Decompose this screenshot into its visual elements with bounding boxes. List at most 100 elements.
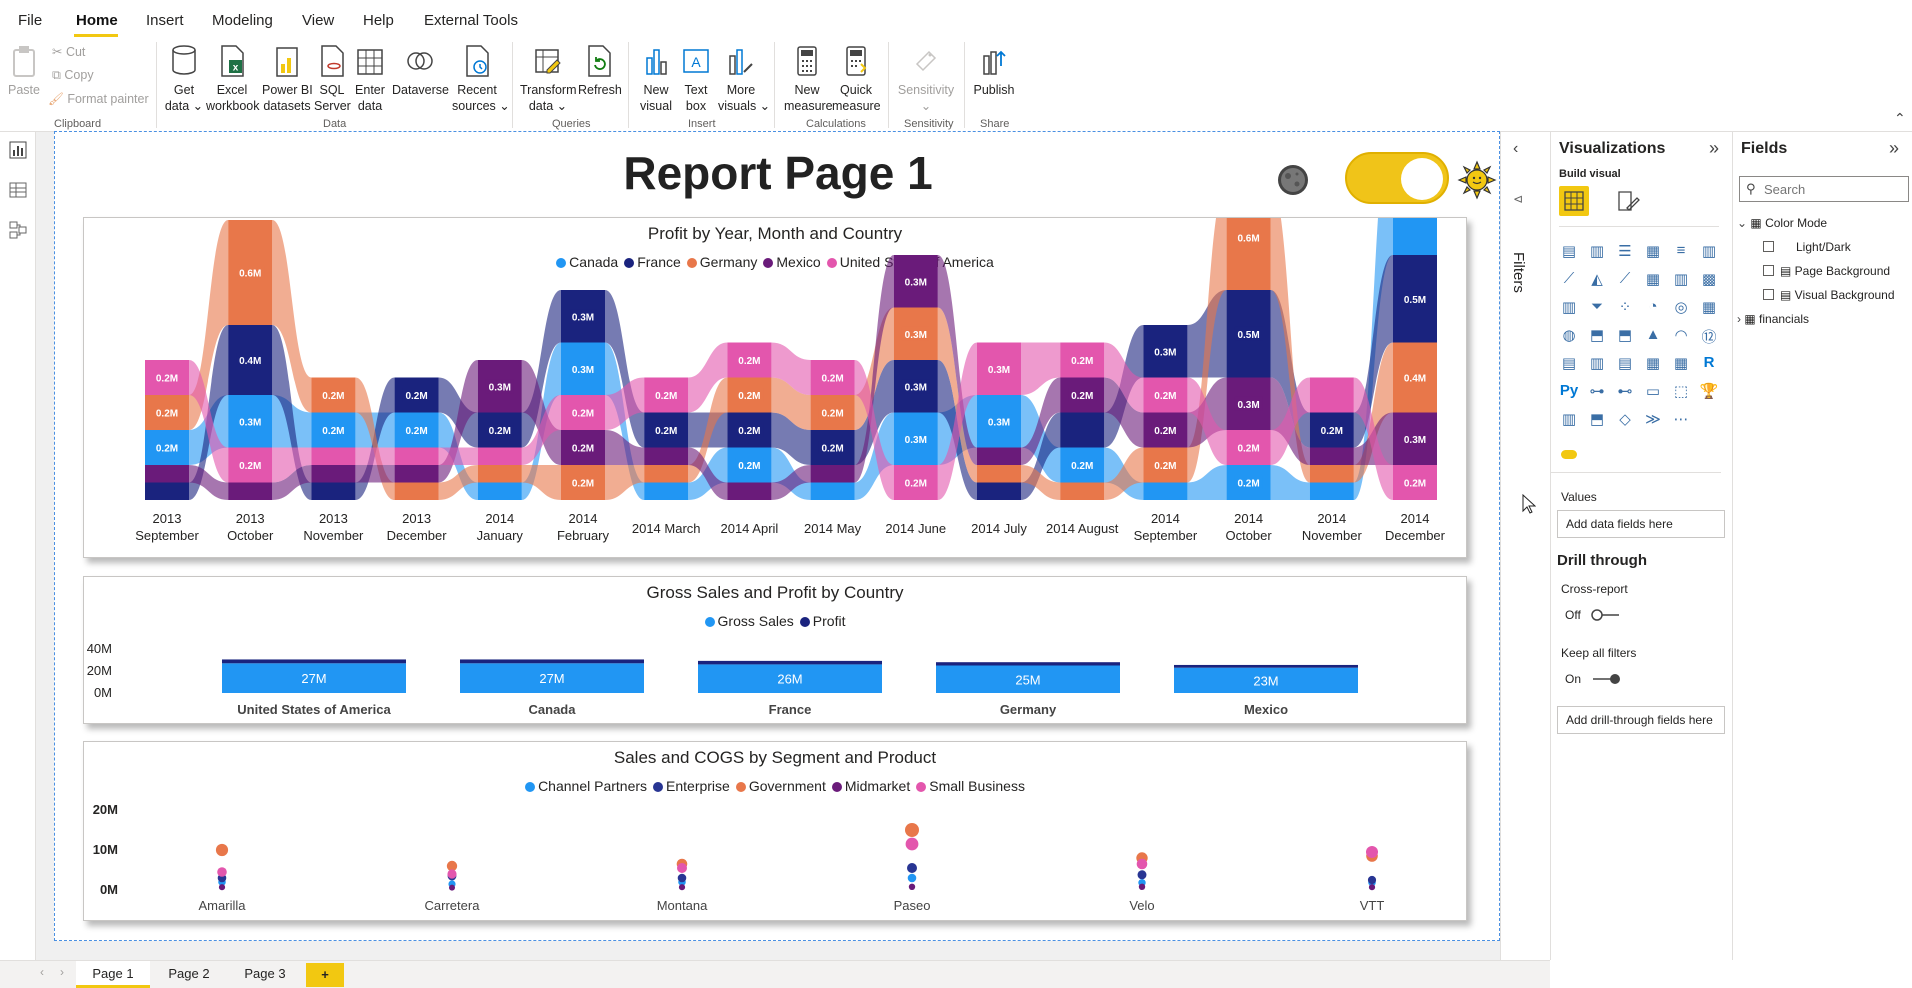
ribbon-segment[interactable] <box>311 465 356 483</box>
visual-type-icon[interactable]: ⏷ <box>1587 298 1607 318</box>
visual-type-icon[interactable]: ☰ <box>1615 242 1635 262</box>
next-page-icon[interactable]: › <box>60 965 64 979</box>
ribbon-segment[interactable] <box>727 482 772 501</box>
ribbon-segment[interactable] <box>145 465 189 483</box>
scatter-point[interactable] <box>447 869 457 879</box>
values-drop-zone[interactable]: Add data fields here <box>1557 510 1725 538</box>
copy-button[interactable]: ⧉ Copy <box>52 68 94 83</box>
visual-type-icon[interactable]: ◠ <box>1671 326 1691 346</box>
scatter-point[interactable] <box>1366 846 1378 858</box>
visual-type-icon[interactable]: ◍ <box>1559 326 1579 346</box>
visual-type-icon[interactable]: ⬚ <box>1671 382 1691 402</box>
text-box-button[interactable]: A Text box <box>678 44 714 114</box>
cross-report-toggle[interactable] <box>1591 608 1621 622</box>
visual-type-icon[interactable]: ⋯ <box>1671 410 1691 430</box>
ribbon-segment[interactable] <box>394 465 439 483</box>
fields-search-box[interactable]: ⚲ <box>1739 176 1909 202</box>
format-painter-button[interactable]: 🖌 Format painter <box>48 92 149 107</box>
fields-search-input[interactable] <box>1764 179 1904 199</box>
menu-view[interactable]: View <box>302 12 334 29</box>
visual-type-icon[interactable]: ▦ <box>1643 242 1663 262</box>
ribbon-segment[interactable] <box>810 482 855 501</box>
visual-type-icon[interactable]: ⬒ <box>1587 410 1607 430</box>
visual-type-icon[interactable]: ◎ <box>1671 298 1691 318</box>
ribbon-segment[interactable] <box>644 465 689 483</box>
visual-type-icon[interactable]: ▤ <box>1615 354 1635 374</box>
ribbon-segment[interactable] <box>394 482 439 501</box>
transform-data-button[interactable]: Transform data ⌄ <box>520 44 577 114</box>
ribbon-segment[interactable] <box>1143 482 1188 501</box>
ribbon-segment[interactable] <box>810 465 855 483</box>
scatter-point[interactable] <box>905 823 919 837</box>
visual-type-icon[interactable]: ▦ <box>1699 298 1719 318</box>
visual-type-icon[interactable]: ▥ <box>1587 354 1607 374</box>
ribbon-segment[interactable] <box>1393 218 1437 255</box>
bar-profit[interactable] <box>460 659 644 664</box>
ribbon-segment[interactable] <box>977 482 1021 501</box>
scatter-point[interactable] <box>217 867 227 877</box>
tab-page-1[interactable]: Page 1 <box>76 961 150 988</box>
chevron-down-icon[interactable]: ⌄ <box>1737 216 1750 230</box>
cut-button[interactable]: ✂ Cut <box>52 44 85 59</box>
checkbox[interactable] <box>1763 289 1774 300</box>
ribbon-segment[interactable] <box>1060 412 1105 448</box>
report-view-icon[interactable] <box>8 140 28 160</box>
scatter-point[interactable] <box>677 873 687 883</box>
visual-type-icon[interactable]: Py <box>1559 382 1579 402</box>
moon-icon[interactable] <box>1275 162 1311 198</box>
ribbon-segment[interactable] <box>644 447 689 466</box>
menu-external-tools[interactable]: External Tools <box>424 12 518 29</box>
ribbon-band[interactable] <box>355 465 395 483</box>
visual-type-icon[interactable]: ▲ <box>1643 326 1663 346</box>
table-color-mode[interactable]: ⌄ ▦ Color Mode <box>1737 216 1827 230</box>
visual-type-icon[interactable]: ⁘ <box>1615 298 1635 318</box>
gross-sales-bar-chart[interactable]: Gross Sales and Profit by Country Gross … <box>83 576 1467 724</box>
scatter-point[interactable] <box>215 843 229 857</box>
refresh-button[interactable]: Refresh <box>578 44 622 98</box>
checkbox[interactable] <box>1763 265 1774 276</box>
visual-type-icon[interactable]: ⬒ <box>1587 326 1607 346</box>
scatter-point[interactable] <box>908 883 916 890</box>
menu-help[interactable]: Help <box>363 12 394 29</box>
ribbon-segment[interactable] <box>477 482 522 501</box>
quick-measure-button[interactable]: Quick measure <box>832 44 881 114</box>
ribbon-segment[interactable] <box>1309 482 1354 501</box>
ribbon-segment[interactable] <box>644 482 689 501</box>
sensitivity-button[interactable]: Sensitivity ⌄ <box>896 44 956 114</box>
visual-type-icon[interactable]: ≫ <box>1643 410 1663 430</box>
new-visual-button[interactable]: New visual <box>636 44 676 114</box>
scatter-point[interactable] <box>1137 870 1147 880</box>
visual-type-icon[interactable]: ◔ <box>1643 298 1663 318</box>
visual-type-icon[interactable]: ▤ <box>1559 242 1579 262</box>
power-bi-datasets-button[interactable]: Power BI datasets <box>262 44 313 114</box>
bar-profit[interactable] <box>1174 664 1358 668</box>
ribbon-segment[interactable] <box>394 447 439 466</box>
visual-type-icon[interactable]: ▥ <box>1699 242 1719 262</box>
field-page-background[interactable]: ▤ Page Background <box>1763 264 1890 278</box>
tab-page-2[interactable]: Page 2 <box>152 961 226 988</box>
enter-data-button[interactable]: Enter data <box>352 44 388 114</box>
ribbon-band[interactable] <box>438 447 478 466</box>
bar-profit[interactable] <box>936 662 1120 666</box>
dataverse-button[interactable]: Dataverse <box>392 44 449 98</box>
paste-button[interactable]: Paste <box>8 44 40 98</box>
more-visuals-button[interactable]: More visuals ⌄ <box>718 44 770 114</box>
filters-pane-collapsed[interactable]: ‹ ⊲ Filters <box>1500 132 1536 960</box>
ribbon-segment[interactable] <box>977 447 1021 466</box>
checkbox[interactable] <box>1763 241 1774 252</box>
profit-ribbon-chart[interactable]: Profit by Year, Month and Country Canada… <box>83 217 1467 558</box>
model-view-icon[interactable] <box>8 220 28 240</box>
recent-sources-button[interactable]: Recent sources ⌄ <box>452 44 510 114</box>
sales-cogs-scatter-chart[interactable]: Sales and COGS by Segment and Product Ch… <box>83 741 1467 921</box>
visual-type-icon[interactable]: R <box>1699 354 1719 374</box>
prev-page-icon[interactable]: ‹ <box>40 965 44 979</box>
collapse-fields-icon[interactable]: » <box>1889 138 1899 159</box>
get-data-button[interactable]: Get data ⌄ <box>164 44 204 114</box>
visual-type-icon[interactable]: ▦ <box>1643 270 1663 290</box>
visual-type-icon[interactable]: ▥ <box>1671 270 1691 290</box>
visual-type-icon[interactable]: ▦ <box>1643 354 1663 374</box>
ribbon-segment[interactable] <box>1309 447 1354 466</box>
visual-type-icon[interactable]: ⬒ <box>1615 326 1635 346</box>
menu-file[interactable]: File <box>18 12 42 29</box>
add-page-button[interactable]: + <box>306 963 344 987</box>
